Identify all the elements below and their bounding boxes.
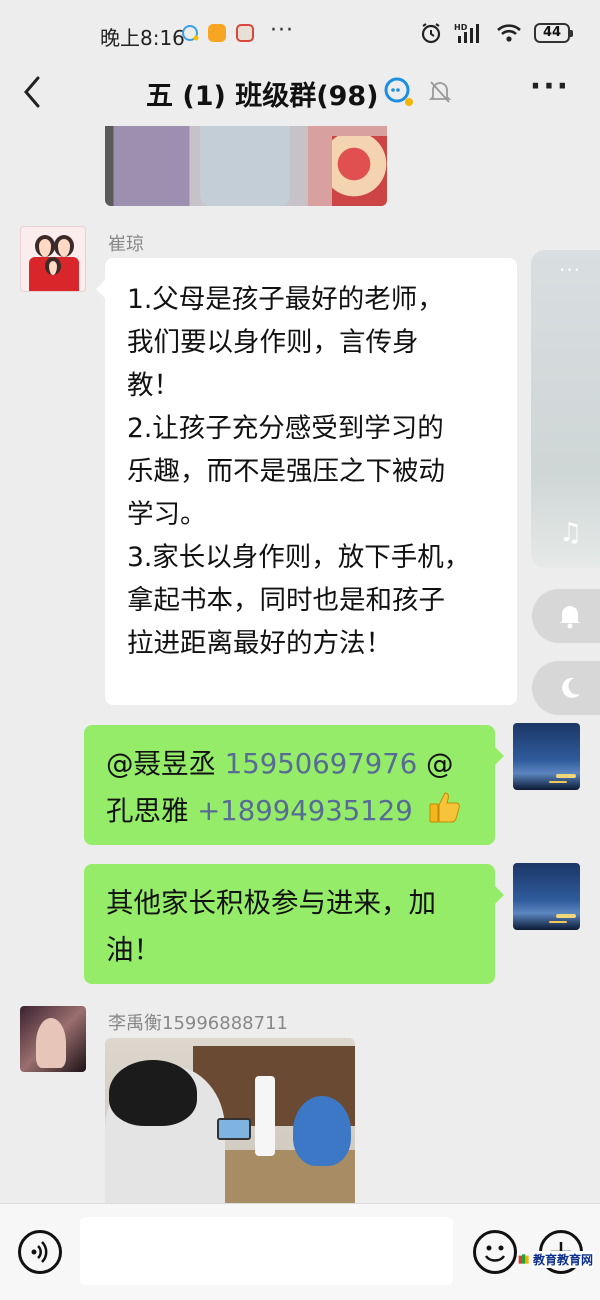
back-button[interactable]: [22, 76, 42, 112]
photo-toy: [293, 1096, 351, 1166]
status-bar: 晚上8:16 ··· HD 44: [0, 0, 600, 66]
message-line: 拿起书本，同时也是和孩子: [127, 585, 445, 616]
message-line: 拉进距离最好的方法！: [127, 628, 392, 659]
photo-phone: [217, 1118, 251, 1140]
book-logo-icon: [518, 1254, 529, 1264]
red-app-icon: [236, 24, 254, 42]
avatar-figure: [45, 257, 61, 275]
title-icons: [383, 76, 451, 108]
group-assistant-icon[interactable]: [383, 76, 415, 108]
site-watermark: 教育教育网: [518, 1248, 594, 1270]
photo-flower: [332, 136, 387, 206]
widget-more-icon[interactable]: ···: [559, 258, 581, 282]
phone-number-link[interactable]: 15950697976: [225, 748, 417, 780]
avatar-figure: [54, 235, 74, 257]
self-message-bubble[interactable]: @聂昱丞 15950697976 @ 孔思雅 +18994935129: [84, 725, 504, 845]
message-input[interactable]: [80, 1217, 453, 1285]
message-line: 教！: [127, 370, 180, 401]
chat-title: 五 (1) 班级群(98): [146, 81, 379, 112]
watermark-text: 教育教育网: [531, 1250, 594, 1268]
avatar-figure: [36, 1018, 66, 1068]
moon-icon: [562, 677, 580, 698]
chat-bubble-notification-icon: [181, 24, 201, 46]
music-note-icon: ♫: [559, 518, 583, 548]
avatar-cuiqiong[interactable]: [20, 226, 86, 292]
chat-header: 五 (1) 班级群(98) ···: [0, 66, 600, 118]
message-line: 其他家长积极参与进来，加: [106, 887, 436, 919]
floating-music-widget[interactable]: ··· ♫: [531, 250, 600, 568]
more-notifications-icon: ···: [270, 18, 294, 43]
message-line: 我们要以身作则，言传身: [127, 327, 419, 358]
status-time: 晚上8:16: [100, 26, 185, 50]
emoji-button[interactable]: [473, 1230, 517, 1274]
phone-number-link[interactable]: +18994935129: [197, 795, 413, 827]
chevron-left-icon: [24, 76, 40, 108]
message-line: 3.家长以身作则，放下手机，: [127, 542, 471, 573]
text-message-bubble[interactable]: 1.父母是孩子最好的老师， 我们要以身作则，言传身 教！ 2.让孩子充分感受到学…: [96, 258, 517, 705]
message-line: 油！: [106, 934, 161, 966]
alarm-icon: [421, 23, 441, 44]
avatar-lights: [556, 774, 576, 778]
photo-person: [200, 126, 290, 206]
photo-child-hair: [109, 1060, 197, 1126]
signal-icon: HD: [454, 23, 479, 43]
voice-input-button[interactable]: [18, 1230, 62, 1274]
photo-lamp: [255, 1076, 275, 1156]
image-message[interactable]: [105, 1038, 355, 1203]
self-avatar[interactable]: [513, 723, 580, 790]
sender-name: 崔琼: [108, 234, 144, 255]
mention[interactable]: @聂昱丞: [106, 748, 216, 780]
svg-text:HD: HD: [454, 23, 468, 32]
message-line: 1.父母是孩子最好的老师，: [127, 284, 444, 315]
status-indicators: HD 44: [420, 22, 573, 44]
floating-reminder-button[interactable]: [532, 589, 600, 643]
message-line: @聂昱丞 15950697976 @: [106, 741, 473, 788]
message-line: 学习。: [127, 499, 207, 530]
bell-icon: [560, 606, 580, 629]
image-message-top[interactable]: [105, 126, 387, 206]
sender-name: 李禹衡15996888711: [108, 1013, 288, 1034]
self-avatar[interactable]: [513, 863, 580, 930]
orange-app-icon: [208, 24, 226, 42]
smiley-icon: [484, 1245, 506, 1262]
mention[interactable]: 孔思雅: [106, 795, 189, 827]
avatar-figure: [35, 235, 55, 257]
input-bar: [0, 1203, 600, 1300]
message-line: 孔思雅 +18994935129: [106, 788, 473, 835]
avatar-lights: [556, 914, 576, 918]
voice-icon: [31, 1241, 48, 1263]
chat-message-list[interactable]: 崔琼 1.父母是孩子最好的老师， 我们要以身作则，言传身 教！ 2.让孩子充分感…: [0, 118, 600, 1203]
thumbs-up-emoji-icon: [428, 790, 462, 824]
battery-icon: 44: [534, 23, 573, 43]
self-message-bubble[interactable]: 其他家长积极参与进来，加 油！: [84, 864, 504, 984]
avatar-liyuheng[interactable]: [20, 1006, 86, 1072]
message-line: 乐趣，而不是强压之下被动: [127, 456, 445, 487]
more-options-button[interactable]: ···: [530, 69, 570, 104]
message-line: 2.让孩子充分感受到学习的: [127, 413, 444, 444]
mute-bell-icon: [429, 81, 451, 103]
floating-night-mode-button[interactable]: [532, 661, 600, 715]
wifi-icon: [497, 24, 521, 42]
mention-prefix: @: [425, 748, 454, 780]
